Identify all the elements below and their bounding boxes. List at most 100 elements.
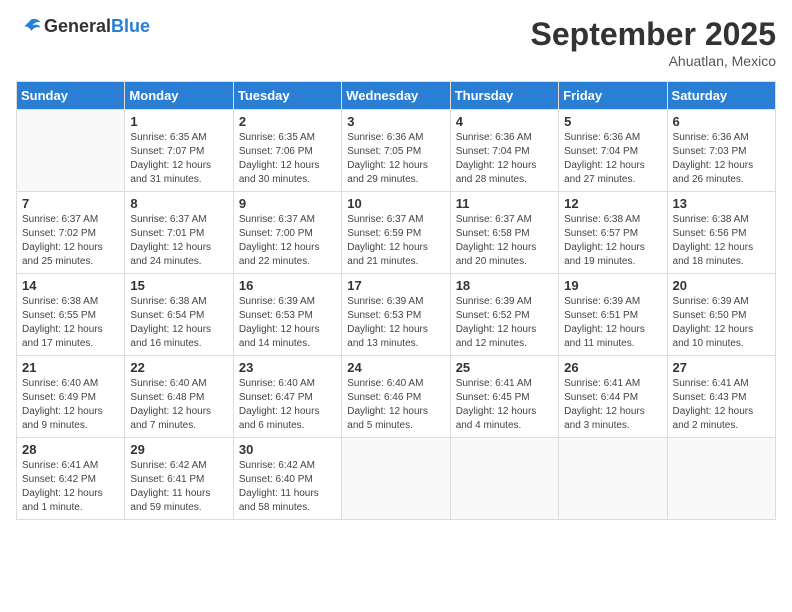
calendar-day-cell: 20Sunrise: 6:39 AMSunset: 6:50 PMDayligh…: [667, 274, 775, 356]
day-info: Sunrise: 6:36 AMSunset: 7:04 PMDaylight:…: [456, 131, 553, 187]
day-info: Sunrise: 6:39 AMSunset: 6:52 PMDaylight:…: [456, 295, 553, 351]
day-info: Sunrise: 6:37 AMSunset: 7:02 PMDaylight:…: [22, 213, 119, 269]
day-number: 17: [347, 278, 444, 293]
calendar-week-row: 7 Sunrise: 6:37 AMSunset: 7:02 PMDaylight…: [17, 192, 776, 274]
day-info: Sunrise: 6:40 AMSunset: 6:49 PMDaylight:…: [22, 377, 119, 433]
day-number: 13: [673, 196, 770, 211]
day-number: 27: [673, 360, 770, 375]
day-number: 22: [130, 360, 227, 375]
month-title: September 2025: [531, 16, 776, 53]
logo-general-text: General: [44, 16, 111, 36]
logo-bird-icon: [18, 17, 42, 37]
calendar-day-cell: 21 Sunrise: 6:40 AMSunset: 6:49 PMDayligh…: [17, 356, 125, 438]
calendar-day-cell: 19 Sunrise: 6:39 AMSunset: 6:51 PMDayligh…: [559, 274, 667, 356]
day-number: 2: [239, 114, 336, 129]
calendar-day-cell: 26 Sunrise: 6:41 AMSunset: 6:44 PMDayligh…: [559, 356, 667, 438]
calendar-day-cell: 13 Sunrise: 6:38 AMSunset: 6:56 PMDayligh…: [667, 192, 775, 274]
day-number: 7: [22, 196, 119, 211]
day-number: 16: [239, 278, 336, 293]
location-title: Ahuatlan, Mexico: [531, 53, 776, 69]
day-number: 5: [564, 114, 661, 129]
day-info: Sunrise: 6:38 AMSunset: 6:57 PMDaylight:…: [564, 213, 661, 269]
day-info: Sunrise: 6:36 AMSunset: 7:03 PMDaylight:…: [673, 131, 770, 187]
calendar-day-cell: 30Sunrise: 6:42 AMSunset: 6:40 PMDayligh…: [233, 438, 341, 520]
day-number: 14: [22, 278, 119, 293]
calendar-day-cell: 24Sunrise: 6:40 AMSunset: 6:46 PMDayligh…: [342, 356, 450, 438]
calendar-day-cell: [17, 110, 125, 192]
day-info: Sunrise: 6:35 AMSunset: 7:07 PMDaylight:…: [130, 131, 227, 187]
day-number: 11: [456, 196, 553, 211]
day-info: Sunrise: 6:35 AMSunset: 7:06 PMDaylight:…: [239, 131, 336, 187]
calendar-day-cell: 17 Sunrise: 6:39 AMSunset: 6:53 PMDayligh…: [342, 274, 450, 356]
day-number: 21: [22, 360, 119, 375]
calendar-day-cell: 18 Sunrise: 6:39 AMSunset: 6:52 PMDayligh…: [450, 274, 558, 356]
day-number: 4: [456, 114, 553, 129]
day-number: 18: [456, 278, 553, 293]
day-info: Sunrise: 6:41 AMSunset: 6:43 PMDaylight:…: [673, 377, 770, 433]
calendar-day-cell: [342, 438, 450, 520]
calendar-day-cell: 7 Sunrise: 6:37 AMSunset: 7:02 PMDaylight…: [17, 192, 125, 274]
calendar-day-cell: 9Sunrise: 6:37 AMSunset: 7:00 PMDaylight…: [233, 192, 341, 274]
calendar-day-cell: [667, 438, 775, 520]
title-block: September 2025 Ahuatlan, Mexico: [531, 16, 776, 69]
calendar-day-cell: 27 Sunrise: 6:41 AMSunset: 6:43 PMDayligh…: [667, 356, 775, 438]
day-of-week-header: Saturday: [667, 82, 775, 110]
day-number: 1: [130, 114, 227, 129]
calendar-header-row: SundayMondayTuesdayWednesdayThursdayFrid…: [17, 82, 776, 110]
day-info: Sunrise: 6:39 AMSunset: 6:51 PMDaylight:…: [564, 295, 661, 351]
calendar-day-cell: 5 Sunrise: 6:36 AMSunset: 7:04 PMDaylight…: [559, 110, 667, 192]
calendar-day-cell: 2 Sunrise: 6:35 AMSunset: 7:06 PMDaylight…: [233, 110, 341, 192]
calendar-week-row: 21 Sunrise: 6:40 AMSunset: 6:49 PMDayligh…: [17, 356, 776, 438]
day-number: 24: [347, 360, 444, 375]
day-info: Sunrise: 6:36 AMSunset: 7:05 PMDaylight:…: [347, 131, 444, 187]
day-number: 26: [564, 360, 661, 375]
day-number: 9: [239, 196, 336, 211]
day-info: Sunrise: 6:42 AMSunset: 6:41 PMDaylight:…: [130, 459, 227, 515]
day-info: Sunrise: 6:39 AMSunset: 6:50 PMDaylight:…: [673, 295, 770, 351]
day-number: 10: [347, 196, 444, 211]
day-info: Sunrise: 6:38 AMSunset: 6:54 PMDaylight:…: [130, 295, 227, 351]
day-number: 29: [130, 442, 227, 457]
calendar-day-cell: 22 Sunrise: 6:40 AMSunset: 6:48 PMDayligh…: [125, 356, 233, 438]
day-number: 15: [130, 278, 227, 293]
day-info: Sunrise: 6:41 AMSunset: 6:45 PMDaylight:…: [456, 377, 553, 433]
day-of-week-header: Thursday: [450, 82, 558, 110]
day-info: Sunrise: 6:39 AMSunset: 6:53 PMDaylight:…: [239, 295, 336, 351]
calendar-day-cell: [559, 438, 667, 520]
calendar-day-cell: 10 Sunrise: 6:37 AMSunset: 6:59 PMDayligh…: [342, 192, 450, 274]
calendar-day-cell: 8Sunrise: 6:37 AMSunset: 7:01 PMDaylight…: [125, 192, 233, 274]
day-number: 25: [456, 360, 553, 375]
calendar-day-cell: 12Sunrise: 6:38 AMSunset: 6:57 PMDayligh…: [559, 192, 667, 274]
calendar-day-cell: 1 Sunrise: 6:35 AMSunset: 7:07 PMDaylight…: [125, 110, 233, 192]
logo: GeneralBlue: [16, 16, 150, 37]
day-number: 6: [673, 114, 770, 129]
calendar-week-row: 1 Sunrise: 6:35 AMSunset: 7:07 PMDaylight…: [17, 110, 776, 192]
day-number: 3: [347, 114, 444, 129]
day-info: Sunrise: 6:38 AMSunset: 6:56 PMDaylight:…: [673, 213, 770, 269]
calendar-day-cell: 15 Sunrise: 6:38 AMSunset: 6:54 PMDayligh…: [125, 274, 233, 356]
day-info: Sunrise: 6:37 AMSunset: 6:59 PMDaylight:…: [347, 213, 444, 269]
day-info: Sunrise: 6:40 AMSunset: 6:47 PMDaylight:…: [239, 377, 336, 433]
calendar-day-cell: 29 Sunrise: 6:42 AMSunset: 6:41 PMDayligh…: [125, 438, 233, 520]
day-info: Sunrise: 6:38 AMSunset: 6:55 PMDaylight:…: [22, 295, 119, 351]
day-info: Sunrise: 6:41 AMSunset: 6:42 PMDaylight:…: [22, 459, 119, 515]
day-of-week-header: Wednesday: [342, 82, 450, 110]
day-of-week-header: Tuesday: [233, 82, 341, 110]
day-info: Sunrise: 6:41 AMSunset: 6:44 PMDaylight:…: [564, 377, 661, 433]
day-number: 19: [564, 278, 661, 293]
calendar-day-cell: 11 Sunrise: 6:37 AMSunset: 6:58 PMDayligh…: [450, 192, 558, 274]
page-header: GeneralBlue September 2025 Ahuatlan, Mex…: [16, 16, 776, 69]
day-info: Sunrise: 6:36 AMSunset: 7:04 PMDaylight:…: [564, 131, 661, 187]
day-info: Sunrise: 6:39 AMSunset: 6:53 PMDaylight:…: [347, 295, 444, 351]
calendar-day-cell: 28Sunrise: 6:41 AMSunset: 6:42 PMDayligh…: [17, 438, 125, 520]
day-of-week-header: Monday: [125, 82, 233, 110]
day-info: Sunrise: 6:42 AMSunset: 6:40 PMDaylight:…: [239, 459, 336, 515]
day-of-week-header: Sunday: [17, 82, 125, 110]
calendar-day-cell: 23Sunrise: 6:40 AMSunset: 6:47 PMDayligh…: [233, 356, 341, 438]
logo-blue-text: Blue: [111, 16, 150, 36]
calendar-day-cell: 6 Sunrise: 6:36 AMSunset: 7:03 PMDaylight…: [667, 110, 775, 192]
calendar-day-cell: 4 Sunrise: 6:36 AMSunset: 7:04 PMDaylight…: [450, 110, 558, 192]
day-info: Sunrise: 6:37 AMSunset: 6:58 PMDaylight:…: [456, 213, 553, 269]
day-info: Sunrise: 6:40 AMSunset: 6:48 PMDaylight:…: [130, 377, 227, 433]
calendar-day-cell: 14 Sunrise: 6:38 AMSunset: 6:55 PMDayligh…: [17, 274, 125, 356]
